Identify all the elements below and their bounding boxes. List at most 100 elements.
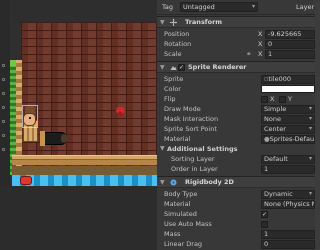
use-auto-mass-checkbox[interactable] — [261, 220, 268, 228]
chain-link — [2, 78, 5, 81]
inspector-panel: Tag Untagged Layer ▼ Transform Position … — [157, 0, 315, 250]
rigidbody2d-header[interactable]: ▼ Rigidbody 2D — [157, 176, 315, 188]
sprite-object-field[interactable]: ▫tile000 — [261, 74, 315, 84]
chain-link — [2, 92, 5, 95]
chain-link — [2, 120, 5, 123]
sprite-sort-point-row: Sprite Sort Point Center — [157, 124, 315, 134]
draw-mode-dropdown[interactable]: Simple — [261, 104, 315, 114]
material-label: Material — [164, 135, 191, 143]
additional-settings-row[interactable]: ▼ Additional Settings — [157, 144, 315, 154]
color-row: Color — [157, 84, 315, 94]
rotation-x-field[interactable]: 0 — [265, 39, 315, 49]
body-type-label: Body Type — [164, 190, 198, 198]
wooden-floor-trim-lower — [12, 160, 157, 165]
material-value: Sprites-Default — [269, 134, 315, 143]
mass-value: 1 — [264, 229, 269, 238]
mask-interaction-row: Mask Interaction None — [157, 114, 315, 124]
sorting-layer-row: Sorting Layer Default — [157, 154, 315, 164]
position-x-value: -9.625665 — [268, 29, 302, 38]
sprite-sort-point-dropdown[interactable]: Center — [261, 124, 315, 134]
draw-mode-label: Draw Mode — [164, 105, 201, 113]
order-in-layer-label: Order in Layer — [171, 165, 218, 173]
sprite-label: Sprite — [164, 75, 184, 83]
selection-outline — [22, 105, 38, 128]
expand-arrow-icon[interactable]: ▼ — [160, 177, 165, 188]
flip-y-label: Y — [288, 95, 292, 103]
order-in-layer-value: 1 — [264, 164, 269, 173]
order-in-layer-field[interactable]: 1 — [261, 164, 315, 174]
red-enemy-sprite[interactable] — [20, 176, 32, 185]
scale-label: Scale — [164, 50, 182, 58]
color-swatch[interactable] — [261, 85, 315, 93]
material-row: Material ●Sprites-Default — [157, 134, 315, 144]
sorting-layer-value: Default — [264, 154, 288, 163]
tag-layer-bar: Tag Untagged Layer — [157, 0, 315, 15]
position-row: Position X -9.625665 — [157, 29, 315, 39]
tag-dropdown[interactable]: Untagged — [180, 2, 258, 12]
sprite-renderer-enabled-checkbox[interactable]: ✓ — [178, 64, 185, 71]
simulated-checkbox[interactable]: ✓ — [261, 210, 268, 218]
transform-icon — [170, 19, 177, 26]
sorting-layer-label: Sorting Layer — [171, 155, 215, 163]
scale-x-label[interactable]: X — [258, 49, 262, 59]
use-auto-mass-label: Use Auto Mass — [164, 220, 212, 228]
rotation-x-label[interactable]: X — [258, 39, 262, 49]
position-x-field[interactable]: -9.625665 — [265, 29, 315, 39]
mask-interaction-value: None — [264, 114, 281, 123]
linear-drag-row: Linear Drag 0 — [157, 239, 315, 249]
cannon-muzzle — [61, 134, 67, 143]
brick-wall-tiles — [21, 22, 157, 175]
sprite-renderer-header[interactable]: ▼ ✓ Sprite Renderer — [157, 61, 315, 73]
flip-row: Flip X Y — [157, 94, 315, 104]
material-object-field[interactable]: ●Sprites-Default — [261, 134, 315, 144]
sorting-layer-dropdown[interactable]: Default — [261, 154, 315, 164]
chain-link — [2, 148, 5, 151]
rigidbody2d-title: Rigidbody 2D — [185, 178, 234, 186]
order-in-layer-row: Order in Layer 1 — [157, 164, 315, 174]
rotation-x-value: 0 — [268, 39, 273, 48]
color-label: Color — [164, 85, 181, 93]
draw-mode-row: Draw Mode Simple — [157, 104, 315, 114]
mass-field[interactable]: 1 — [261, 229, 315, 239]
water-tiles — [12, 175, 157, 186]
flip-x-checkbox[interactable] — [261, 95, 268, 103]
use-auto-mass-row: Use Auto Mass — [157, 219, 315, 229]
scale-x-value: 1 — [268, 49, 273, 58]
simulated-row: Simulated ✓ — [157, 209, 315, 219]
sprite-row: Sprite ▫tile000 — [157, 74, 315, 84]
body-type-dropdown[interactable]: Dynamic — [261, 189, 315, 199]
rb-material-label: Material — [164, 200, 191, 208]
expand-arrow-icon[interactable]: ▼ — [160, 62, 165, 73]
empty-scene-area — [0, 186, 157, 250]
linear-drag-field[interactable]: 0 — [261, 239, 315, 249]
expand-arrow-icon[interactable]: ▼ — [160, 144, 165, 154]
flip-y-checkbox[interactable] — [279, 95, 286, 103]
mass-label: Mass — [164, 230, 181, 238]
chain-link — [2, 134, 5, 137]
sprite-renderer-icon — [170, 66, 177, 70]
scale-row: Scale ⚭ X 1 — [157, 49, 315, 59]
link-scale-icon[interactable]: ⚭ — [246, 49, 251, 59]
scale-x-field[interactable]: 1 — [265, 49, 315, 59]
transform-title: Transform — [185, 18, 223, 26]
chain-link — [2, 64, 5, 67]
rb-material-value: None (Physics Mat — [264, 199, 314, 208]
dark-ceiling-tiles — [12, 0, 157, 23]
rigidbody2d-icon — [170, 179, 177, 186]
mass-row: Mass 1 — [157, 229, 315, 239]
rotation-label: Rotation — [164, 40, 192, 48]
rb-material-object-field[interactable]: None (Physics Mat — [261, 199, 315, 209]
flip-label: Flip — [164, 95, 176, 103]
expand-arrow-icon[interactable]: ▼ — [160, 17, 165, 28]
simulated-label: Simulated — [164, 210, 197, 218]
rb-material-row: Material None (Physics Mat — [157, 199, 315, 209]
body-type-value: Dynamic — [264, 189, 293, 198]
transform-header[interactable]: ▼ Transform — [157, 16, 315, 28]
mask-interaction-dropdown[interactable]: None — [261, 114, 315, 124]
sprite-sort-point-value: Center — [264, 124, 286, 133]
body-type-row: Body Type Dynamic — [157, 189, 315, 199]
position-x-label[interactable]: X — [258, 29, 262, 39]
draw-mode-value: Simple — [264, 104, 287, 113]
flip-x-label: X — [270, 95, 275, 103]
scene-view[interactable] — [0, 0, 157, 250]
